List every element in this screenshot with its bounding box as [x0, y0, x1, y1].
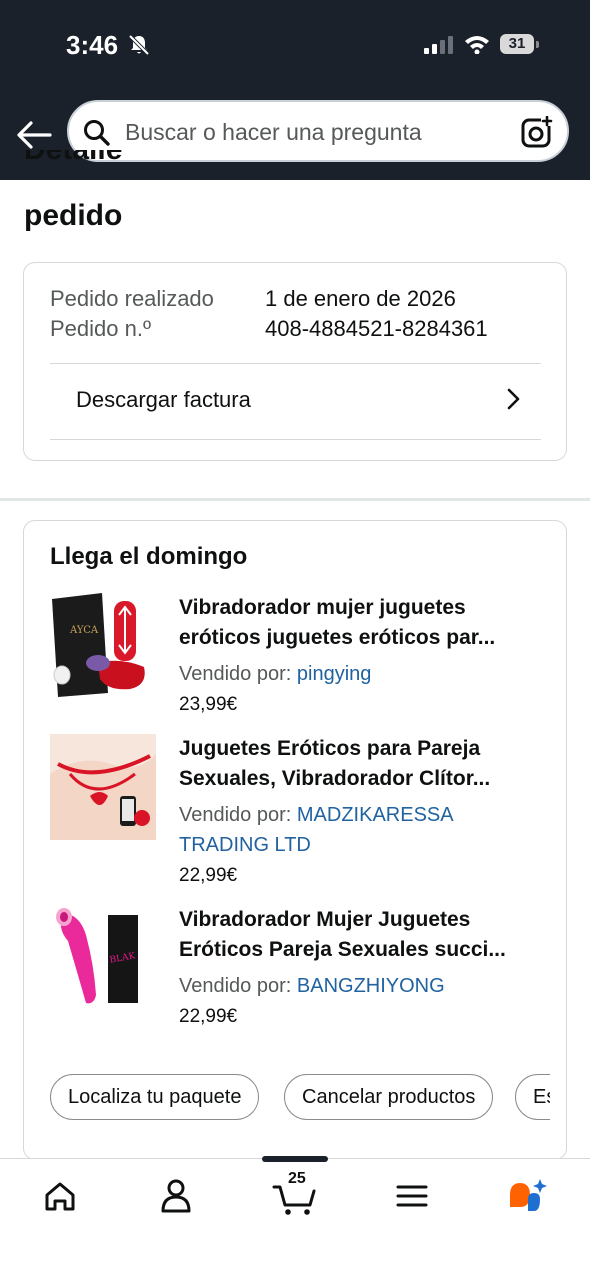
seller-link[interactable]: BANGZHIYONG [297, 975, 445, 997]
order-placed-label: Pedido realizado [50, 286, 214, 311]
item-price: 22,99€ [179, 1006, 238, 1027]
scroll-indicator [262, 1156, 328, 1162]
more-action-button[interactable]: Es [515, 1074, 550, 1120]
order-item[interactable]: BLAK Vibradorador Mujer Juguetes Erótico… [50, 905, 550, 1035]
section-separator [0, 498, 590, 501]
item-title-line2: eróticos juguetes eróticos par... [179, 626, 496, 649]
download-invoice-button[interactable]: Descargar factura [50, 365, 541, 435]
page-title: Detalles del pedido [24, 150, 122, 236]
product-image[interactable]: AYCA [50, 593, 156, 699]
item-title-line1: Vibradorador Mujer Juguetes [179, 908, 471, 931]
home-icon[interactable] [30, 1173, 90, 1217]
silent-bell-icon [128, 34, 150, 56]
item-seller: Vendido por: pingying [179, 659, 519, 689]
item-title-line2: Sexuales, Vibradorador Clítor... [179, 767, 491, 790]
item-title-line2: Eróticos Pareja Sexuales succi... [179, 938, 506, 961]
shipment-card: Llega el domingo AYCA Vibradorador mujer… [23, 520, 567, 1160]
camera-search-icon[interactable] [521, 116, 553, 148]
menu-icon[interactable] [382, 1173, 442, 1217]
cart-count-badge: 25 [288, 1170, 306, 1187]
divider [50, 363, 541, 364]
arrival-heading: Llega el domingo [50, 543, 248, 570]
cancel-items-button[interactable]: Cancelar productos [284, 1074, 494, 1120]
product-image[interactable]: BLAK [50, 905, 156, 1011]
item-title[interactable]: Vibradorador Mujer Juguetes Eróticos Par… [179, 905, 539, 965]
item-seller: Vendido por: MADZIKARESSA TRADING LTD [179, 800, 519, 860]
account-icon[interactable] [146, 1173, 206, 1217]
product-image[interactable] [50, 734, 156, 840]
divider [50, 439, 541, 440]
order-summary-card: Pedido realizado 1 de enero de 2026 Pedi… [23, 262, 567, 461]
back-arrow-icon[interactable] [16, 120, 52, 150]
seller-link[interactable]: pingying [297, 663, 372, 685]
item-title[interactable]: Vibradorador mujer juguetes eróticos jug… [179, 593, 539, 653]
item-title[interactable]: Juguetes Eróticos para Pareja Sexuales, … [179, 734, 539, 794]
search-input[interactable]: Buscar o hacer una pregunta [67, 100, 569, 162]
wifi-icon [465, 36, 489, 54]
seller-link[interactable]: TRADING LTD [179, 834, 311, 856]
download-invoice-label: Descargar factura [76, 387, 251, 412]
sold-by-label: Vendido por: [179, 663, 292, 685]
item-title-line1: Juguetes Eróticos para Pareja [179, 737, 481, 760]
order-number-value: 408-4884521-8284361 [265, 316, 488, 341]
item-price: 23,99€ [179, 694, 238, 715]
battery-indicator: 31 [500, 34, 540, 54]
item-seller: Vendido por: BANGZHIYONG [179, 971, 519, 1001]
item-title-line1: Vibradorador mujer juguetes [179, 596, 466, 619]
order-number-label: Pedido n.º [50, 316, 151, 341]
sold-by-label: Vendido por: [179, 975, 292, 997]
rufus-assistant-icon[interactable] [500, 1173, 560, 1217]
search-placeholder: Buscar o hacer una pregunta [125, 119, 422, 145]
chevron-right-icon [507, 388, 520, 410]
status-bar: 3:46 31 [0, 0, 590, 90]
status-time: 3:46 [66, 30, 119, 60]
seller-link[interactable]: MADZIKARESSA [297, 804, 454, 826]
action-chips: Localiza tu paquete Cancelar productos E… [50, 1074, 550, 1122]
item-price: 22,99€ [179, 865, 238, 886]
page-title-line2: pedido [24, 199, 123, 232]
signal-icon [424, 36, 453, 54]
order-item[interactable]: Juguetes Eróticos para Pareja Sexuales, … [50, 734, 550, 894]
order-item[interactable]: AYCA Vibradorador mujer juguetes erótico… [50, 593, 550, 715]
order-placed-value: 1 de enero de 2026 [265, 286, 456, 311]
battery-level: 31 [508, 35, 526, 52]
svg-text:AYCA: AYCA [69, 625, 99, 636]
page-title-line1: Detalles del [24, 150, 122, 170]
track-package-button[interactable]: Localiza tu paquete [50, 1074, 260, 1120]
sold-by-label: Vendido por: [179, 804, 292, 826]
search-icon [84, 120, 110, 146]
